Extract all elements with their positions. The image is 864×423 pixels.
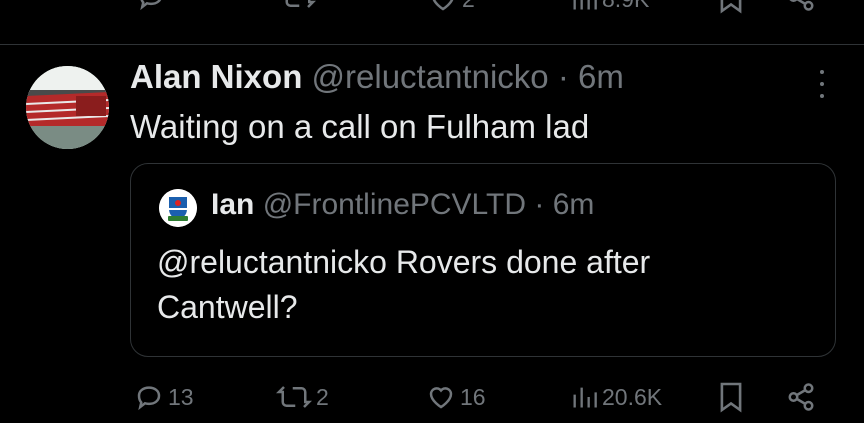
like-button[interactable]: 16 [426,382,486,412]
bookmark-button[interactable] [718,381,744,413]
more-dot-icon [820,82,824,86]
tweet-text: Waiting on a call on Fulham lad [130,108,590,145]
retweet-icon [285,0,316,8]
quote-header-separator: · [534,188,545,221]
prev-share-button[interactable] [786,0,816,12]
share-icon [789,0,814,11]
reply-icon [137,386,161,411]
author-name[interactable]: Alan Nixon [130,58,302,95]
bookmark-icon [720,382,742,413]
prev-retweet-button[interactable] [280,0,316,12]
header-separator: · [557,58,569,95]
quoted-tweet[interactable]: Ian @FrontlinePCVLTD · 6m @reluctantnick… [130,163,836,357]
like-count: 16 [460,383,486,410]
stadium-photo-icon [26,66,109,149]
retweet-button[interactable]: 2 [276,382,329,412]
tweet-time[interactable]: 6m [578,58,624,95]
avatar[interactable] [26,66,109,149]
views-icon [573,387,597,408]
club-crest-icon [159,189,197,227]
quote-avatar [159,189,197,227]
quote-time: 6m [552,188,595,221]
more-options-button[interactable] [812,66,832,102]
prev-like-button[interactable]: 2 [428,0,475,14]
prev-bookmark-button[interactable] [718,0,744,14]
retweet-icon [276,386,312,408]
bookmark-icon [720,0,742,14]
heart-icon [429,387,453,409]
quote-author-handle: @FrontlinePCVLTD [262,188,527,221]
share-icon [788,383,814,411]
heart-icon [432,0,454,11]
share-button[interactable] [786,382,816,412]
tweet-action-bar: 13 2 16 20.6K [130,380,830,420]
views-count: 20.6K [602,383,663,410]
prev-views-button[interactable]: 8.9K [570,0,649,14]
retweet-count: 2 [316,383,329,410]
quote-text: @reluctantnicko Rovers done after Cantwe… [157,244,651,325]
quote-header: Ian @FrontlinePCVLTD · 6m [211,188,594,222]
more-dot-icon [820,94,824,98]
tweet-header: Alan Nixon @reluctantnicko · 6m [130,58,624,96]
reply-button[interactable]: 13 [134,382,194,412]
reply-icon [140,0,162,11]
prev-tweet-action-bar: 2 8.9K [130,0,830,18]
prev-views-count: 8.9K [602,0,649,13]
tweet-divider [0,44,864,45]
views-button[interactable]: 20.6K [570,382,662,412]
more-dot-icon [820,70,824,74]
views-icon [573,0,597,10]
reply-count: 13 [168,383,194,410]
prev-reply-button[interactable] [136,0,166,12]
author-handle[interactable]: @reluctantnicko [312,58,549,95]
quote-author-name: Ian [211,188,255,221]
prev-like-count: 2 [462,0,475,13]
